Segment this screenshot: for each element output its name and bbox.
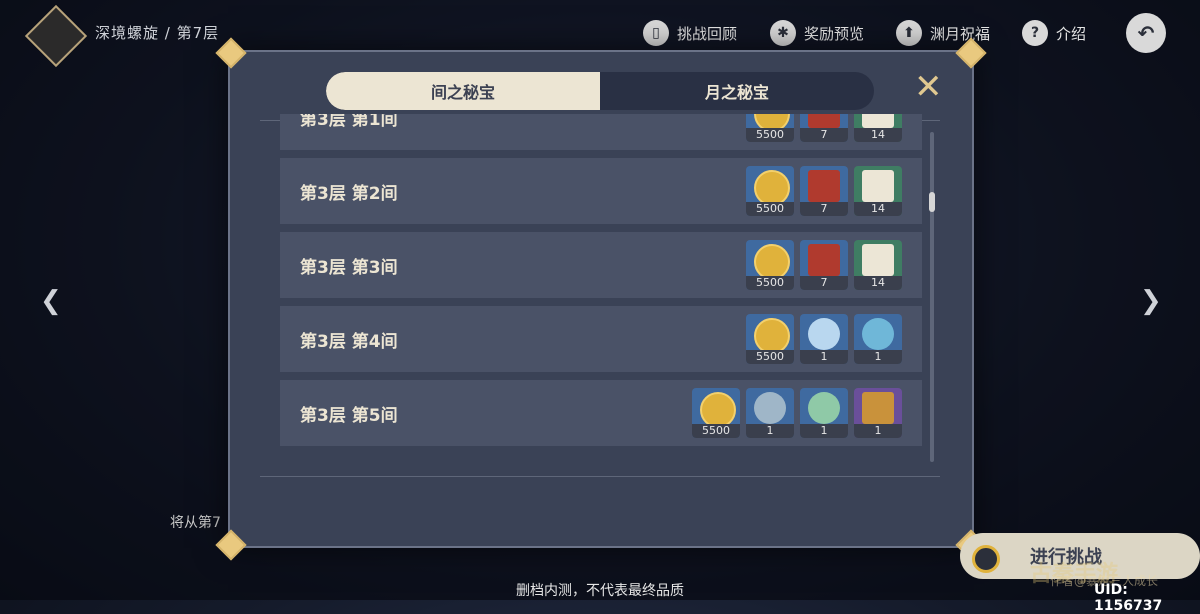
reward-count: 14 <box>854 128 902 142</box>
list-item: 第3层 第1间 5500 7 14 <box>280 114 922 150</box>
tab-moon-treasure[interactable]: 月之秘宝 <box>600 72 874 110</box>
question-icon: ? <box>1022 20 1048 46</box>
coin-icon <box>700 392 736 428</box>
scrollbar-thumb[interactable] <box>929 192 935 212</box>
book-icon <box>808 170 840 202</box>
reward-count: 5500 <box>746 350 794 364</box>
ring-icon <box>754 392 786 424</box>
blessing-label: 渊月祝福 <box>930 24 991 43</box>
reward-preview-label: 奖励预览 <box>804 24 865 43</box>
divider <box>260 476 940 477</box>
reward-count: 5500 <box>746 202 794 216</box>
book-icon <box>808 244 840 276</box>
cup-icon <box>808 318 840 350</box>
row-label: 第3层 第5间 <box>300 405 398 426</box>
row-label: 第3层 第3间 <box>300 257 398 278</box>
row-label: 第3层 第4间 <box>300 331 398 352</box>
reward-items: 5500 7 14 <box>746 240 902 290</box>
row-label: 第3层 第2间 <box>300 183 398 204</box>
rewards-dialog: 间之秘宝 月之秘宝 ✕ 第3层 第1间 5500 7 14 第3层 第2间 55… <box>215 37 987 561</box>
challenge-review-label: 挑战回顾 <box>677 24 738 43</box>
reward-item[interactable]: 1 <box>800 314 848 364</box>
challenge-icon <box>972 545 1000 573</box>
tab-space-treasure[interactable]: 间之秘宝 <box>326 72 600 110</box>
reward-list[interactable]: 第3层 第1间 5500 7 14 第3层 第2间 5500 7 14 第3层 … <box>280 114 922 466</box>
stick-icon <box>862 392 894 424</box>
reward-items: 5500 7 14 <box>746 166 902 216</box>
row-label: 第3层 第1间 <box>300 114 398 130</box>
reward-item[interactable]: 5500 <box>692 388 740 438</box>
reward-items: 5500 1 1 <box>746 314 902 364</box>
reward-count: 7 <box>800 276 848 290</box>
reward-count: 1 <box>800 350 848 364</box>
book-icon: ▯ <box>643 20 669 46</box>
reward-item[interactable]: 14 <box>854 114 902 142</box>
reward-items: 5500 7 14 <box>746 114 902 142</box>
feather-icon <box>862 318 894 350</box>
reward-preview-button[interactable]: ✱ 奖励预览 <box>770 20 864 46</box>
back-button[interactable]: ↶ <box>1126 13 1166 53</box>
reward-item[interactable]: 1 <box>746 388 794 438</box>
paper-icon <box>862 114 894 128</box>
reward-item[interactable]: 1 <box>854 314 902 364</box>
paper-icon <box>862 170 894 202</box>
list-item: 第3层 第4间 5500 1 1 <box>280 306 922 372</box>
reward-item[interactable]: 7 <box>800 166 848 216</box>
flower-icon <box>808 392 840 424</box>
list-item: 第3层 第5间 5500 1 1 1 <box>280 380 922 446</box>
reward-item[interactable]: 14 <box>854 166 902 216</box>
reward-item[interactable]: 7 <box>800 240 848 290</box>
paper-icon <box>862 244 894 276</box>
uid-label: UID: 1156737 <box>1094 582 1163 614</box>
coin-icon <box>754 170 790 206</box>
reward-item[interactable]: 5500 <box>746 166 794 216</box>
reward-items: 5500 1 1 1 <box>692 388 902 438</box>
reward-item[interactable]: 5500 <box>746 114 794 142</box>
reward-item[interactable]: 1 <box>800 388 848 438</box>
star-icon: ✱ <box>770 20 796 46</box>
background-text: 将从第7 <box>170 515 221 531</box>
reward-count: 14 <box>854 276 902 290</box>
reward-item[interactable]: 1 <box>854 388 902 438</box>
reward-count: 14 <box>854 202 902 216</box>
reward-item[interactable]: 5500 <box>746 240 794 290</box>
reward-count: 1 <box>854 424 902 438</box>
coin-icon <box>754 244 790 280</box>
coin-icon <box>754 318 790 354</box>
prev-arrow-icon[interactable]: ❮ <box>40 286 62 316</box>
scrollbar-track[interactable] <box>930 132 934 462</box>
reward-count: 5500 <box>692 424 740 438</box>
book-icon <box>808 114 840 128</box>
reward-count: 1 <box>746 424 794 438</box>
reward-count: 7 <box>800 128 848 142</box>
reward-item[interactable]: 7 <box>800 114 848 142</box>
reward-count: 7 <box>800 202 848 216</box>
list-item: 第3层 第2间 5500 7 14 <box>280 158 922 224</box>
beta-note: 删档内测，不代表最终品质 <box>516 583 684 599</box>
list-item: 第3层 第3间 5500 7 14 <box>280 232 922 298</box>
next-arrow-icon[interactable]: ❯ <box>1140 286 1162 316</box>
reward-count: 5500 <box>746 276 794 290</box>
breadcrumb: 深境螺旋 / 第7层 <box>95 24 220 42</box>
intro-label: 介绍 <box>1056 24 1087 43</box>
challenge-review-button[interactable]: ▯ 挑战回顾 <box>643 20 737 46</box>
reward-item[interactable]: 5500 <box>746 314 794 364</box>
reward-count: 5500 <box>746 128 794 142</box>
reward-count: 1 <box>800 424 848 438</box>
reward-item[interactable]: 14 <box>854 240 902 290</box>
reward-tabs: 间之秘宝 月之秘宝 <box>326 72 874 110</box>
close-button[interactable]: ✕ <box>914 70 943 104</box>
intro-button[interactable]: ? 介绍 <box>1022 20 1086 46</box>
up-arrow-icon: ⬆ <box>896 20 922 46</box>
reward-count: 1 <box>854 350 902 364</box>
